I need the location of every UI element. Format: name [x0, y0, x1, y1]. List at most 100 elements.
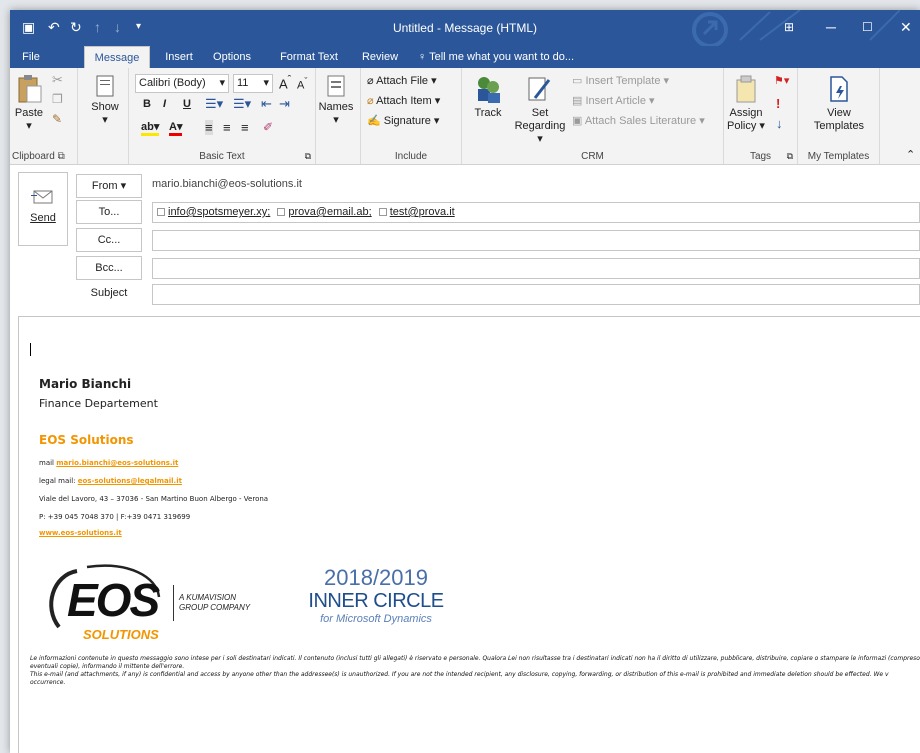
- group-basic-text: Calibri (Body) ▾ 11 ▾ Aˆ Aˇ B I U ☰▾ ☰▾ ⇤ …: [128, 68, 316, 164]
- ribbon-display-icon[interactable]: ⊞: [784, 19, 794, 35]
- decrease-indent-icon[interactable]: ⇤: [261, 96, 272, 112]
- align-left-icon[interactable]: ≡: [205, 120, 213, 135]
- signature-legal-line: legal mail: eos-solutions@legalmail.it: [39, 477, 182, 485]
- subject-field[interactable]: [152, 284, 920, 305]
- bcc-field[interactable]: [152, 258, 920, 279]
- logo-subtext: SOLUTIONS: [83, 627, 159, 642]
- chevron-down-icon: ▾: [219, 77, 225, 89]
- disclaimer-english: This e-mail (and attachments, if any) is…: [30, 671, 889, 686]
- clear-formatting-icon[interactable]: ✐: [263, 120, 273, 134]
- tell-me-search[interactable]: ♀ Tell me what you want to do...: [418, 46, 608, 68]
- close-icon[interactable]: ✕: [900, 19, 912, 35]
- inner-circle-badge: 2018/2019 INNER CIRCLE for Microsoft Dyn…: [291, 567, 461, 626]
- low-importance-icon[interactable]: ↓: [776, 116, 783, 131]
- assign-policy-icon: [736, 75, 756, 103]
- message-window: ▣ ↶ ↻ ↑ ↓ ▾ Untitled - Message (HTML) ⊞ …: [10, 10, 920, 753]
- tab-format-text[interactable]: Format Text: [270, 46, 348, 68]
- recipient-chip[interactable]: info@spotsmeyer.xy;: [157, 203, 270, 222]
- set-label: Set: [531, 107, 549, 119]
- signature-button[interactable]: ✍ Signature ▾: [367, 114, 439, 127]
- format-painter-icon[interactable]: ✎: [52, 112, 62, 126]
- tab-review[interactable]: Review: [356, 46, 404, 68]
- insert-template-button[interactable]: ▭ Insert Template ▾: [572, 74, 669, 87]
- high-importance-icon[interactable]: !: [776, 96, 780, 111]
- bullets-icon[interactable]: ☰▾: [205, 96, 223, 112]
- names-button[interactable]: Names ▾: [316, 74, 356, 127]
- cc-button[interactable]: Cc...: [76, 228, 142, 252]
- website-link[interactable]: www.eos-solutions.it: [39, 529, 122, 537]
- follow-up-flag-icon[interactable]: ⚑▾: [774, 74, 789, 87]
- names-label: Names: [318, 101, 354, 113]
- chevron-down-icon: ▾: [102, 114, 108, 126]
- align-right-icon[interactable]: ≡: [241, 120, 249, 135]
- title-bar: ▣ ↶ ↻ ↑ ↓ ▾ Untitled - Message (HTML) ⊞ …: [10, 10, 920, 46]
- tab-options[interactable]: Options: [206, 46, 258, 68]
- underline-button[interactable]: U: [183, 98, 191, 110]
- minimize-icon[interactable]: ─: [826, 19, 836, 35]
- cut-icon[interactable]: ✂: [52, 72, 63, 88]
- track-button[interactable]: Track: [470, 74, 506, 120]
- group-label-clipboard: Clipboard ⧉: [12, 151, 65, 162]
- tab-file[interactable]: File: [12, 46, 50, 68]
- from-button[interactable]: From ▾: [76, 174, 142, 198]
- compose-header: Send From ▾ mario.bianchi@eos-solutions.…: [10, 166, 920, 316]
- signature-department: Finance Departement: [39, 397, 158, 410]
- font-color-icon[interactable]: A▾: [169, 120, 183, 136]
- tab-message[interactable]: Message: [84, 46, 150, 68]
- copy-icon[interactable]: ❐: [52, 92, 63, 106]
- align-center-icon[interactable]: ≡: [223, 120, 231, 135]
- recipient-chip[interactable]: test@prova.it: [378, 203, 455, 222]
- view-templates-button[interactable]: View Templates: [806, 74, 872, 133]
- legal-mail-link[interactable]: eos-solutions@legalmail.it: [78, 477, 182, 485]
- tell-me-text: Tell me what you want to do...: [429, 51, 575, 63]
- group-company-text: A KUMAVISION GROUP COMPANY: [179, 593, 251, 612]
- group-label-basic-text: Basic Text: [199, 151, 245, 162]
- checkbox-icon: [378, 208, 387, 216]
- attach-item-button[interactable]: ⌀ Attach Item ▾: [367, 94, 440, 107]
- collapse-ribbon-icon[interactable]: ⌃: [906, 148, 915, 161]
- dialog-launcher-icon[interactable]: ⧉: [305, 151, 311, 162]
- to-button[interactable]: To...: [76, 200, 142, 224]
- chevron-down-icon: ▾: [263, 77, 269, 89]
- font-size-select[interactable]: 11 ▾: [233, 74, 273, 93]
- send-button[interactable]: Send: [18, 172, 68, 246]
- group-tags: Assign Policy ▾ ⚑▾ ! ↓ Tags ⧉: [724, 68, 798, 164]
- text-cursor: [30, 343, 31, 356]
- cc-field[interactable]: [152, 230, 920, 251]
- highlight-icon[interactable]: ab▾: [141, 120, 160, 136]
- dialog-launcher-icon[interactable]: ⧉: [58, 151, 65, 162]
- attach-sales-literature-button[interactable]: ▣ Attach Sales Literature ▾: [572, 114, 705, 127]
- send-icon: [31, 190, 53, 204]
- paste-button[interactable]: Paste ▾: [12, 74, 46, 133]
- bcc-button[interactable]: Bcc...: [76, 256, 142, 280]
- mail-link[interactable]: mario.bianchi@eos-solutions.it: [56, 459, 178, 467]
- signature-phone: P: +39 045 7048 370 | F:+39 0471 319699: [39, 513, 191, 521]
- to-field[interactable]: info@spotsmeyer.xy; prova@email.ab; test…: [152, 202, 920, 223]
- maximize-icon[interactable]: ☐: [862, 19, 873, 35]
- insert-article-button[interactable]: ▤ Insert Article ▾: [572, 94, 655, 107]
- assign-policy-button[interactable]: Assign Policy ▾: [726, 74, 766, 133]
- font-name-select[interactable]: Calibri (Body) ▾: [135, 74, 229, 93]
- show-label: Show: [91, 101, 119, 113]
- disclaimer-italian: Le informazioni contenute in questo mess…: [30, 655, 920, 670]
- numbering-icon[interactable]: ☰▾: [233, 96, 251, 112]
- recipient-chip[interactable]: prova@email.ab;: [277, 203, 372, 222]
- template-icon: ▭: [572, 75, 586, 87]
- paperclip-icon: ⌀: [367, 75, 377, 87]
- bold-button[interactable]: B: [143, 98, 151, 110]
- message-body[interactable]: Mario Bianchi Finance Departement EOS So…: [18, 316, 920, 753]
- attach-file-button[interactable]: ⌀ Attach File ▾: [367, 74, 437, 87]
- shrink-font-icon[interactable]: Aˇ: [297, 76, 307, 92]
- show-button[interactable]: Show ▾: [90, 74, 120, 127]
- view-label: View: [827, 107, 851, 119]
- signature-company: EOS Solutions: [39, 433, 134, 447]
- increase-indent-icon[interactable]: ⇥: [279, 96, 290, 112]
- set-regarding-button[interactable]: Set Regarding ▾: [514, 74, 566, 146]
- dialog-launcher-icon[interactable]: ⧉: [787, 151, 793, 162]
- chevron-down-icon: ▾: [26, 120, 32, 132]
- tab-insert[interactable]: Insert: [158, 46, 200, 68]
- track-label: Track: [474, 107, 502, 119]
- grow-font-icon[interactable]: Aˆ: [279, 74, 291, 91]
- italic-button[interactable]: I: [163, 98, 166, 110]
- from-value[interactable]: mario.bianchi@eos-solutions.it: [152, 178, 302, 190]
